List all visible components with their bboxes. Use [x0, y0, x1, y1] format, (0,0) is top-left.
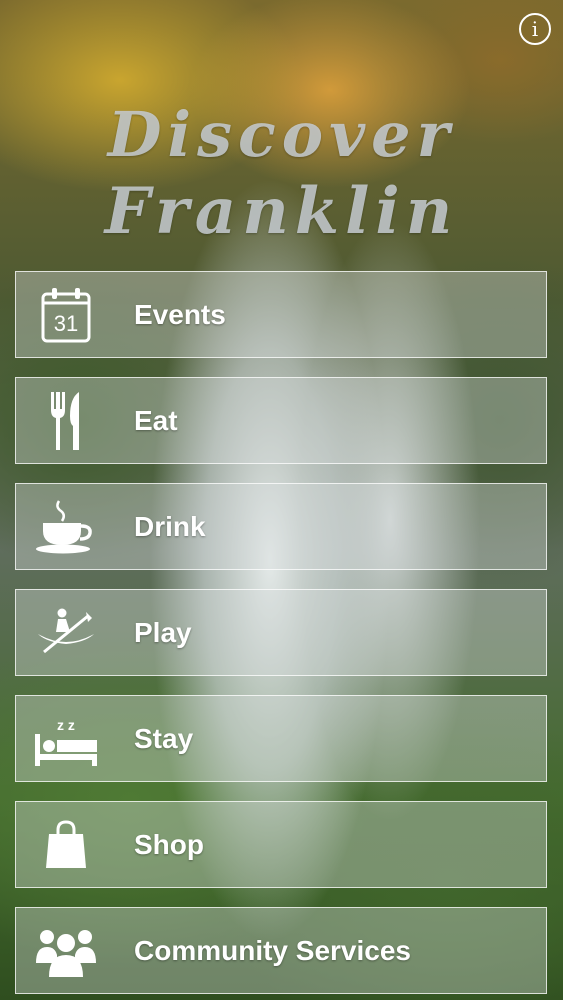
calendar-icon: 31	[16, 271, 116, 358]
menu-item-eat[interactable]: Eat	[15, 377, 547, 464]
sleep-z-text: z z	[57, 717, 75, 733]
menu-item-label: Eat	[134, 404, 178, 436]
app-title-line2: Franklin	[104, 174, 459, 249]
menu-item-stay[interactable]: z z Stay	[15, 695, 547, 782]
info-button[interactable]: i	[519, 13, 551, 45]
bed-sleep-icon: z z	[16, 695, 116, 782]
menu-item-play[interactable]: Play	[15, 589, 547, 676]
kayak-icon	[16, 589, 116, 676]
fork-knife-icon	[16, 377, 116, 464]
calendar-day-text: 31	[54, 311, 78, 336]
people-group-icon	[16, 907, 116, 994]
menu-item-label: Shop	[134, 828, 204, 860]
menu-item-label: Stay	[134, 722, 194, 754]
menu-item-label: Drink	[134, 510, 206, 542]
menu-item-label: Community Services	[134, 934, 411, 966]
menu-item-drink[interactable]: Drink	[15, 483, 547, 570]
app-title-line1: Discover	[107, 98, 456, 171]
shopping-bag-icon	[16, 801, 116, 888]
coffee-cup-icon	[16, 483, 116, 570]
menu-item-community-services[interactable]: Community Services	[15, 907, 547, 994]
menu-item-events[interactable]: 31 Events	[15, 271, 547, 358]
info-icon: i	[531, 17, 539, 41]
menu-item-label: Play	[134, 616, 192, 648]
menu-item-shop[interactable]: Shop	[15, 801, 547, 888]
menu-item-label: Events	[134, 298, 226, 330]
